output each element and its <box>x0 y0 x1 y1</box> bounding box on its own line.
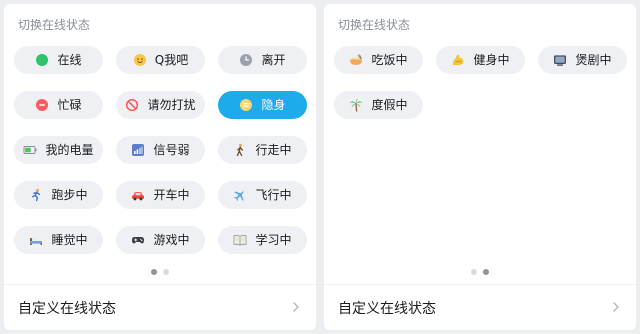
custom-status-row[interactable]: 自定义在线状态 <box>4 285 316 330</box>
clock-icon <box>239 53 253 67</box>
status-chip-weak-signal[interactable]: 信号弱 <box>116 136 205 164</box>
panel-title: 切换在线状态 <box>18 18 91 32</box>
tv-icon <box>553 53 567 67</box>
status-chip-flexed-bicep[interactable]: 健身中 <box>436 46 525 74</box>
battery-icon <box>23 143 37 157</box>
status-panel-page-1: 切换在线状态 在线 Q我吧 离开忙碌 请勿打扰 隐身我的电量 信号弱 行走中跑步中 开车中 飞行… <box>4 4 316 330</box>
status-chip-smile-face[interactable]: Q我吧 <box>116 46 205 74</box>
custom-status-label: 自定义在线状态 <box>18 300 116 317</box>
status-chip-clock[interactable]: 离开 <box>218 46 307 74</box>
status-chip-open-book[interactable]: 学习中 <box>218 226 307 254</box>
status-grid: 吃饭中 健身中 煲剧中度假中 <box>334 46 627 119</box>
page-dot[interactable] <box>483 269 489 275</box>
status-label: 学习中 <box>255 233 292 247</box>
status-chip-busy-minus[interactable]: 忙碌 <box>14 91 103 119</box>
status-chip-palm-tree[interactable]: 度假中 <box>334 91 423 119</box>
status-chip-car[interactable]: 开车中 <box>116 181 205 209</box>
page-dot[interactable] <box>163 269 169 275</box>
no-entry-icon <box>125 98 139 112</box>
status-panel-page-2: 切换在线状态 吃饭中 健身中 煲剧中度假中 自定义在线状态 <box>324 4 636 330</box>
invisible-icon <box>239 98 253 112</box>
car-icon <box>131 188 145 202</box>
status-label: 在线 <box>57 53 82 67</box>
noodle-bowl-icon <box>349 53 363 67</box>
panel-title: 切换在线状态 <box>338 18 411 32</box>
palm-tree-icon <box>349 98 363 112</box>
status-grid: 在线 Q我吧 离开忙碌 请勿打扰 隐身我的电量 信号弱 行走中跑步中 开车中 飞行中睡觉中 游戏中… <box>14 46 307 254</box>
status-label: 度假中 <box>371 98 408 112</box>
chevron-right-icon <box>290 301 302 313</box>
status-label: 跑步中 <box>51 188 88 202</box>
running-person-icon <box>29 188 43 202</box>
status-label: 飞行中 <box>255 188 292 202</box>
status-chip-online-dot[interactable]: 在线 <box>14 46 103 74</box>
status-label: 煲剧中 <box>575 53 612 67</box>
status-chip-gamepad[interactable]: 游戏中 <box>116 226 205 254</box>
status-chip-running-person[interactable]: 跑步中 <box>14 181 103 209</box>
status-label: 吃饭中 <box>371 53 408 67</box>
custom-status-label: 自定义在线状态 <box>338 300 436 317</box>
page-indicator <box>4 269 316 275</box>
online-dot-icon <box>35 53 49 67</box>
page-dot[interactable] <box>471 269 477 275</box>
status-chip-walking-person[interactable]: 行走中 <box>218 136 307 164</box>
status-label: 行走中 <box>255 143 292 157</box>
status-chip-invisible[interactable]: 隐身 <box>218 91 307 119</box>
status-chip-bed[interactable]: 睡觉中 <box>14 226 103 254</box>
busy-minus-icon <box>35 98 49 112</box>
status-chip-battery[interactable]: 我的电量 <box>14 136 103 164</box>
page-dot[interactable] <box>151 269 157 275</box>
status-chip-no-entry[interactable]: 请勿打扰 <box>116 91 205 119</box>
status-label: 开车中 <box>153 188 190 202</box>
status-chip-airplane[interactable]: 飞行中 <box>218 181 307 209</box>
status-label: 隐身 <box>261 98 286 112</box>
flexed-bicep-icon <box>451 53 465 67</box>
status-label: 请勿打扰 <box>147 98 196 112</box>
open-book-icon <box>233 233 247 247</box>
status-label: 离开 <box>261 53 286 67</box>
status-label: 忙碌 <box>57 98 82 112</box>
status-chip-noodle-bowl[interactable]: 吃饭中 <box>334 46 423 74</box>
page-indicator <box>324 269 636 275</box>
status-label: 健身中 <box>473 53 510 67</box>
smile-face-icon <box>133 53 147 67</box>
status-chip-tv[interactable]: 煲剧中 <box>538 46 627 74</box>
status-label: 游戏中 <box>153 233 190 247</box>
chevron-right-icon <box>610 301 622 313</box>
weak-signal-icon <box>131 143 145 157</box>
status-label: 我的电量 <box>45 143 94 157</box>
status-label: 睡觉中 <box>51 233 88 247</box>
gamepad-icon <box>131 233 145 247</box>
airplane-icon <box>233 188 247 202</box>
status-label: Q我吧 <box>154 53 189 67</box>
bed-icon <box>29 233 43 247</box>
walking-person-icon <box>233 143 247 157</box>
custom-status-row[interactable]: 自定义在线状态 <box>324 285 636 330</box>
status-label: 信号弱 <box>153 143 190 157</box>
